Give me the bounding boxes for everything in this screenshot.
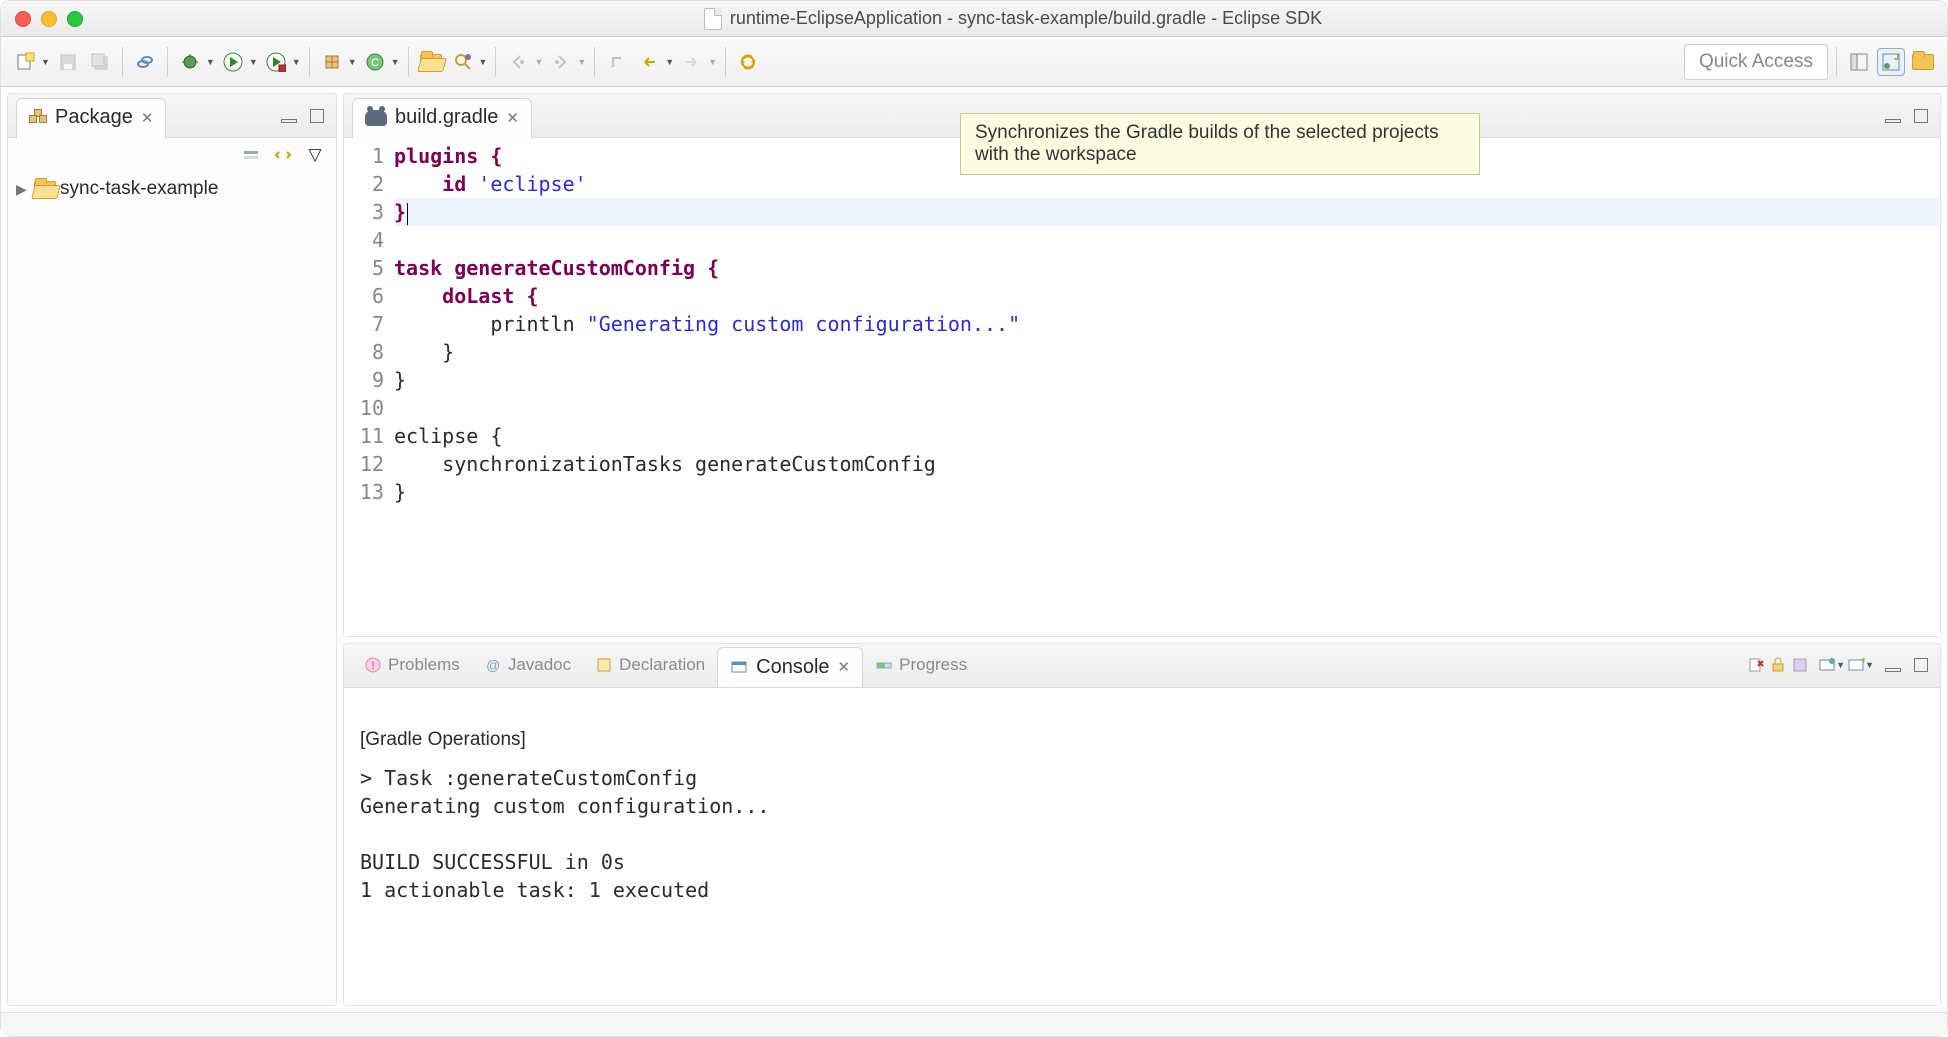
dropdown-arrow-icon[interactable]: ▼ — [391, 57, 400, 67]
resource-perspective-button[interactable] — [1909, 48, 1937, 76]
console-icon — [730, 658, 748, 676]
back-button[interactable] — [635, 48, 663, 76]
minimize-view-button[interactable] — [1882, 105, 1904, 127]
dropdown-arrow-icon[interactable]: ▼ — [348, 57, 357, 67]
debug-button[interactable] — [176, 48, 204, 76]
titlebar: runtime-EclipseApplication - sync-task-e… — [1, 1, 1947, 37]
project-item[interactable]: ▶ sync-task-example — [16, 178, 328, 200]
dropdown-arrow-icon[interactable]: ▼ — [292, 57, 301, 67]
gradle-refresh-button[interactable] — [734, 48, 762, 76]
dropdown-arrow-icon[interactable]: ▼ — [206, 57, 215, 67]
package-explorer-tab[interactable]: Package ✕ — [16, 98, 166, 138]
save-button[interactable] — [54, 48, 82, 76]
file-icon — [704, 8, 722, 30]
dropdown-arrow-icon[interactable]: ▼ — [41, 57, 50, 67]
project-folder-icon — [34, 181, 56, 197]
maximize-view-button[interactable] — [1910, 105, 1932, 127]
maximize-view-button[interactable] — [1910, 654, 1932, 676]
forward-button[interactable] — [678, 48, 706, 76]
code-editor[interactable]: 12345678910111213 plugins { id 'eclipse'… — [344, 138, 1940, 636]
console-source-label: [Gradle Operations] — [360, 726, 1924, 764]
package-icon — [29, 109, 47, 127]
maximize-view-button[interactable] — [306, 105, 328, 127]
next-annotation-button[interactable] — [547, 48, 575, 76]
tooltip: Synchronizes the Gradle builds of the se… — [960, 113, 1480, 175]
tab-progress[interactable]: Progress — [863, 649, 979, 681]
package-explorer-view: Package ✕ ▽ ▶ sync-task-example — [7, 93, 337, 1006]
tab-console-label: Console — [756, 656, 829, 679]
window-zoom-button[interactable] — [67, 11, 83, 27]
search-button[interactable] — [449, 48, 477, 76]
line-number-gutter: 12345678910111213 — [344, 142, 392, 636]
quick-access-field[interactable]: Quick Access — [1684, 44, 1828, 80]
window-minimize-button[interactable] — [41, 11, 57, 27]
console-display-button[interactable] — [1816, 654, 1838, 676]
folder-icon — [1912, 54, 1934, 70]
link-button[interactable] — [131, 48, 159, 76]
run-last-button[interactable] — [262, 48, 290, 76]
project-tree[interactable]: ▶ sync-task-example — [8, 172, 336, 206]
console-clear-button[interactable] — [1745, 654, 1767, 676]
svg-text:C: C — [371, 57, 379, 69]
tab-console[interactable]: Console ✕ — [717, 647, 863, 687]
svg-text:@: @ — [486, 657, 500, 673]
run-button[interactable] — [219, 48, 247, 76]
close-icon[interactable]: ✕ — [506, 109, 519, 127]
new-button[interactable] — [11, 48, 39, 76]
close-icon[interactable]: ✕ — [838, 658, 851, 676]
new-class-button[interactable]: C — [361, 48, 389, 76]
tab-problems-label: Problems — [388, 655, 460, 675]
package-explorer-title: Package — [55, 106, 133, 129]
disclosure-triangle-icon[interactable]: ▶ — [16, 181, 30, 198]
folder-open-icon — [420, 54, 442, 70]
minimize-view-button[interactable] — [1882, 654, 1904, 676]
dropdown-arrow-icon[interactable]: ▼ — [534, 57, 543, 67]
tab-javadoc-label: Javadoc — [508, 655, 571, 675]
javadoc-icon: @ — [484, 656, 502, 674]
console-text: > Task :generateCustomConfig Generating … — [360, 766, 769, 902]
editor-tab-label: build.gradle — [395, 106, 498, 129]
svg-text:J: J — [1894, 52, 1899, 62]
window-title: runtime-EclipseApplication - sync-task-e… — [730, 8, 1322, 29]
dropdown-arrow-icon[interactable]: ▼ — [249, 57, 258, 67]
dropdown-arrow-icon[interactable]: ▼ — [708, 57, 717, 67]
main-toolbar: ▼ ▼ ▼ ▼ ▼ C ▼ ▼ ▼ ▼ ▼ ▼ Quick Access J — [1, 37, 1947, 87]
collapse-all-button[interactable] — [240, 144, 262, 166]
dropdown-arrow-icon[interactable]: ▼ — [577, 57, 586, 67]
console-scroll-lock-button[interactable] — [1767, 654, 1789, 676]
tab-declaration[interactable]: Declaration — [583, 649, 717, 681]
dropdown-arrow-icon[interactable]: ▼ — [479, 57, 488, 67]
status-bar — [1, 1012, 1947, 1036]
dropdown-arrow-icon[interactable]: ▼ — [1836, 660, 1845, 670]
close-icon[interactable]: ✕ — [141, 109, 154, 127]
problems-icon: ! — [364, 656, 382, 674]
declaration-icon — [595, 656, 613, 674]
tab-progress-label: Progress — [899, 655, 967, 675]
link-editor-button[interactable] — [272, 144, 294, 166]
open-type-button[interactable] — [417, 48, 445, 76]
console-output[interactable]: [Gradle Operations]> Task :generateCusto… — [344, 688, 1940, 1005]
save-all-button[interactable] — [86, 48, 114, 76]
tab-javadoc[interactable]: @ Javadoc — [472, 649, 583, 681]
tab-problems[interactable]: ! Problems — [352, 649, 472, 681]
gradle-icon — [365, 110, 387, 126]
prev-annotation-button[interactable] — [504, 48, 532, 76]
open-perspective-button[interactable] — [1845, 48, 1873, 76]
dropdown-arrow-icon[interactable]: ▼ — [1865, 660, 1874, 670]
last-edit-button[interactable] — [603, 48, 631, 76]
view-menu-button[interactable]: ▽ — [304, 144, 326, 166]
window-close-button[interactable] — [15, 11, 31, 27]
editor-tab[interactable]: build.gradle ✕ — [352, 98, 532, 138]
console-open-button[interactable]: + — [1845, 654, 1867, 676]
tab-declaration-label: Declaration — [619, 655, 705, 675]
progress-icon — [875, 656, 893, 674]
new-package-button[interactable] — [318, 48, 346, 76]
svg-text:!: ! — [371, 660, 374, 672]
dropdown-arrow-icon[interactable]: ▼ — [665, 57, 674, 67]
minimize-view-button[interactable] — [278, 105, 300, 127]
bottom-panel: ! Problems @ Javadoc Declaration Console — [343, 643, 1941, 1006]
java-perspective-button[interactable]: J — [1877, 48, 1905, 76]
project-label: sync-task-example — [60, 178, 218, 200]
console-pin-button[interactable] — [1789, 654, 1811, 676]
